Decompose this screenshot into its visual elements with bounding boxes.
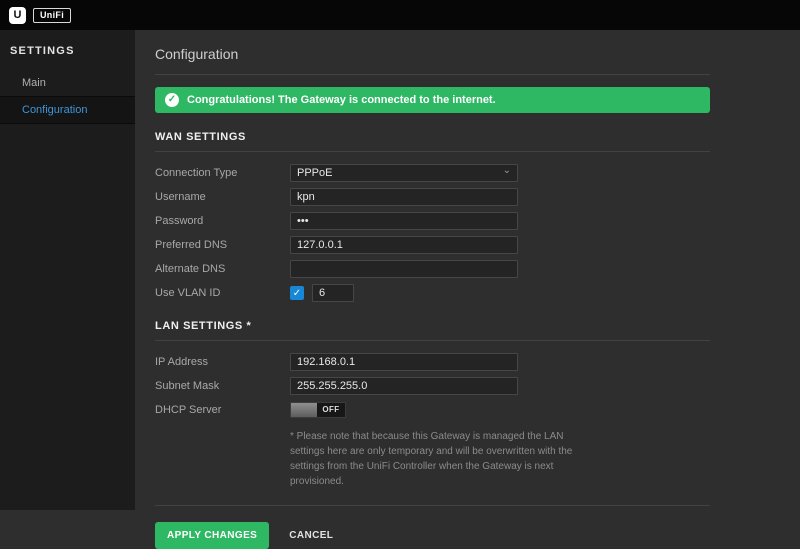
preferred-dns-label: Preferred DNS — [155, 239, 228, 251]
app-body: SETTINGS Main Configuration Configuratio… — [0, 30, 800, 549]
vlan-row: Use VLAN ID ✓ — [155, 284, 710, 302]
sidebar-item-main-label: Main — [22, 77, 46, 89]
cancel-button[interactable]: CANCEL — [289, 530, 333, 541]
dhcp-server-label: DHCP Server — [155, 404, 222, 416]
connection-type-row: Connection Type PPPoE ⌄ — [155, 164, 710, 182]
page-title: Configuration — [155, 46, 710, 75]
form-actions: APPLY CHANGES CANCEL — [155, 522, 710, 549]
password-label: Password — [155, 215, 204, 227]
wan-settings-section: WAN SETTINGS Connection Type PPPoE ⌄ Use… — [155, 131, 710, 302]
connection-type-label: Connection Type — [155, 167, 238, 179]
chevron-down-icon: ⌄ — [502, 165, 511, 176]
ip-address-input[interactable] — [290, 353, 518, 371]
alternate-dns-input[interactable] — [290, 260, 518, 278]
vlan-id-input[interactable] — [312, 284, 354, 302]
apply-changes-button[interactable]: APPLY CHANGES — [155, 522, 270, 549]
subnet-mask-input[interactable] — [290, 377, 518, 395]
connection-type-value: PPPoE — [297, 167, 333, 179]
unifi-brand-logo: UniFi — [33, 7, 71, 23]
sidebar-title: SETTINGS — [10, 45, 75, 57]
dhcp-server-toggle[interactable]: OFF — [290, 402, 346, 418]
username-input[interactable] — [290, 188, 518, 206]
sidebar-item-configuration[interactable]: Configuration — [0, 96, 135, 124]
wan-settings-heading: WAN SETTINGS — [155, 131, 710, 152]
ip-address-label: IP Address — [155, 356, 208, 368]
dhcp-toggle-state: OFF — [322, 405, 340, 414]
vlan-checkbox[interactable]: ✓ — [290, 286, 304, 300]
footer-divider — [155, 505, 710, 506]
check-circle-icon: ✓ — [165, 93, 179, 107]
preferred-dns-row: Preferred DNS — [155, 236, 710, 254]
success-banner-text: Congratulations! The Gateway is connecte… — [187, 94, 496, 106]
preferred-dns-input[interactable] — [290, 236, 518, 254]
settings-sidebar: SETTINGS Main Configuration — [0, 30, 135, 510]
lan-settings-note: * Please note that because this Gateway … — [290, 431, 573, 487]
username-label: Username — [155, 191, 206, 203]
success-banner: ✓ Congratulations! The Gateway is connec… — [155, 87, 710, 113]
sidebar-item-main[interactable]: Main — [0, 70, 135, 96]
subnet-mask-label: Subnet Mask — [155, 380, 220, 392]
password-input[interactable] — [290, 212, 518, 230]
subnet-mask-row: Subnet Mask — [155, 377, 710, 395]
ip-address-row: IP Address — [155, 353, 710, 371]
connection-type-select[interactable]: PPPoE ⌄ — [290, 164, 518, 182]
username-row: Username — [155, 188, 710, 206]
toggle-handle — [291, 403, 317, 417]
password-row: Password — [155, 212, 710, 230]
sidebar-item-configuration-label: Configuration — [22, 104, 88, 116]
unifi-u-logo-icon: U — [9, 6, 26, 24]
lan-settings-section: LAN SETTINGS * IP Address Subnet Mask DH… — [155, 320, 710, 489]
vlan-label: Use VLAN ID — [155, 287, 221, 299]
alternate-dns-row: Alternate DNS — [155, 260, 710, 278]
dhcp-server-row: DHCP Server OFF — [155, 401, 710, 419]
configuration-page: Configuration ✓ Congratulations! The Gat… — [135, 30, 800, 549]
lan-settings-heading: LAN SETTINGS * — [155, 320, 710, 341]
app-header: U UniFi — [0, 0, 800, 30]
alternate-dns-label: Alternate DNS — [155, 263, 226, 275]
